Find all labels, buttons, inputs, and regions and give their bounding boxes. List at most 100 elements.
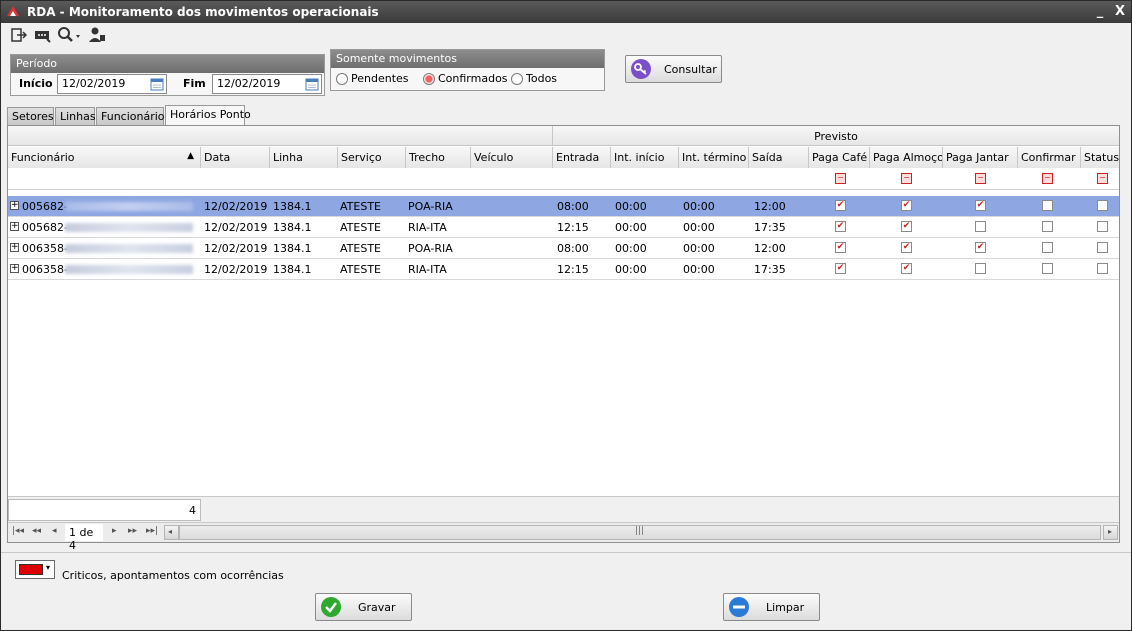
expand-icon[interactable]: + (10, 264, 19, 273)
cell-trecho: RIA-ITA (408, 263, 447, 276)
checkbox-paga-almoco[interactable]: ✔ (901, 221, 912, 232)
horizontal-scrollbar-thumb[interactable]: ||| (179, 525, 1101, 540)
expand-icon[interactable]: + (10, 243, 19, 252)
first-page-icon[interactable]: |◂◂ (12, 526, 24, 536)
redacted-name (65, 265, 193, 274)
search-dropdown-icon[interactable] (57, 26, 83, 44)
cell-int-termino: 00:00 (683, 263, 715, 276)
col-trecho[interactable]: Trecho (406, 147, 471, 168)
tab-horarios-ponto[interactable]: Horários Ponto (165, 105, 251, 126)
col-confirmar[interactable]: Confirmar (1018, 147, 1081, 168)
scroll-left-button[interactable]: ◂ (164, 525, 179, 540)
col-saida[interactable]: Saída (749, 147, 809, 168)
filter-icon[interactable]: − (975, 173, 986, 184)
checkbox-paga-almoco[interactable]: ✔ (901, 242, 912, 253)
table-row[interactable]: +006358- 12/02/2019 1384.1 ATESTE POA-RIA 08:… (8, 238, 1119, 259)
checkbox-confirmar[interactable] (1042, 221, 1053, 232)
radio-pendentes[interactable]: Pendentes (336, 72, 409, 85)
expand-icon[interactable]: + (10, 222, 19, 231)
checkbox-status[interactable] (1097, 221, 1108, 232)
fim-date-field[interactable]: 12/02/2019 (212, 74, 322, 94)
col-status[interactable]: Status (1081, 147, 1119, 168)
col-paga-almoco[interactable]: Paga Almoço (870, 147, 943, 168)
checkbox-confirmar[interactable] (1042, 263, 1053, 274)
col-paga-cafe[interactable]: Paga Café (809, 147, 870, 168)
checkbox-paga-jantar[interactable] (975, 221, 986, 232)
prev-page-icon[interactable]: ◂ (52, 526, 57, 536)
inicio-date-field[interactable]: 12/02/2019 (57, 74, 167, 94)
filter-icon[interactable]: − (901, 173, 912, 184)
tab-linhas[interactable]: Linhas (55, 107, 96, 125)
chevron-down-icon[interactable]: ▾ (46, 563, 50, 572)
tab-funcionarios[interactable]: Funcionários (96, 107, 170, 125)
col-entrada[interactable]: Entrada (553, 147, 611, 168)
cell-int-termino: 00:00 (683, 221, 715, 234)
checkbox-paga-jantar[interactable]: ✔ (975, 200, 986, 211)
user-icon[interactable] (88, 26, 106, 44)
expand-icon[interactable]: + (10, 201, 19, 210)
legend-text: Criticos, apontamentos com ocorrências (62, 569, 284, 582)
exit-icon[interactable] (11, 26, 27, 44)
col-funcionario[interactable]: Funcionário ▲ (8, 147, 201, 168)
radio-confirmados[interactable]: Confirmados (423, 72, 508, 85)
checkbox-status[interactable] (1097, 200, 1108, 211)
col-veiculo[interactable]: Veículo (471, 147, 553, 168)
cell-entrada: 08:00 (557, 200, 589, 213)
checkbox-paga-cafe[interactable]: ✔ (835, 242, 846, 253)
cell-linha: 1384.1 (273, 221, 312, 234)
message-icon[interactable] (34, 26, 52, 44)
checkbox-paga-almoco[interactable]: ✔ (901, 200, 912, 211)
filter-row: − − − − − (8, 168, 1119, 190)
cell-entrada: 12:15 (557, 221, 589, 234)
checkbox-paga-jantar[interactable] (975, 263, 986, 274)
filter-icon[interactable]: − (835, 173, 846, 184)
checkbox-status[interactable] (1097, 263, 1108, 274)
limpar-button[interactable]: Limpar (723, 593, 820, 621)
close-button[interactable]: X (1111, 3, 1129, 21)
cell-int-inicio: 00:00 (615, 200, 647, 213)
band-empty (8, 126, 553, 145)
radio-circle[interactable] (336, 72, 348, 85)
checkbox-paga-cafe[interactable]: ✔ (835, 200, 846, 211)
table-row[interactable]: +005682- 12/02/2019 1384.1 ATESTE POA-RIA 08:… (8, 196, 1119, 217)
calendar-icon[interactable] (150, 77, 164, 91)
table-row[interactable]: +006358- 12/02/2019 1384.1 ATESTE RIA-ITA 12:… (8, 259, 1119, 280)
radio-todos[interactable]: Todos (511, 72, 557, 85)
col-int-termino[interactable]: Int. término (679, 147, 749, 168)
scroll-right-button[interactable]: ▸ (1103, 525, 1118, 540)
col-data[interactable]: Data (201, 147, 270, 168)
cell-data: 12/02/2019 (204, 263, 268, 276)
col-linha[interactable]: Linha (270, 147, 338, 168)
somente-movimentos-group: Somente movimentos Pendentes Confirmados… (330, 49, 605, 91)
col-paga-jantar[interactable]: Paga Jantar (943, 147, 1018, 168)
checkbox-paga-cafe[interactable]: ✔ (835, 221, 846, 232)
last-page-icon[interactable]: ▸▸| (146, 526, 158, 536)
col-int-inicio[interactable]: Int. início (611, 147, 679, 168)
gravar-label: Gravar (358, 600, 396, 614)
checkbox-paga-cafe[interactable]: ✔ (835, 263, 846, 274)
minimize-button[interactable]: _ (1091, 3, 1109, 21)
checkbox-status[interactable] (1097, 242, 1108, 253)
gravar-button[interactable]: Gravar (315, 593, 412, 621)
tab-setores[interactable]: Setores (7, 107, 54, 125)
radio-circle[interactable] (511, 72, 523, 85)
radio-circle-selected[interactable] (423, 72, 435, 85)
checkbox-confirmar[interactable] (1042, 200, 1053, 211)
minus-icon (729, 597, 749, 617)
checkbox-paga-almoco[interactable]: ✔ (901, 263, 912, 274)
key-icon (631, 59, 651, 79)
next-page-group-icon[interactable]: ▸▸ (128, 526, 137, 536)
consultar-button[interactable]: Consultar (625, 55, 722, 83)
filter-icon[interactable]: − (1097, 173, 1108, 184)
checkbox-confirmar[interactable] (1042, 242, 1053, 253)
next-page-icon[interactable]: ▸ (112, 526, 117, 536)
color-picker[interactable]: ▾ (15, 560, 55, 579)
table-row[interactable]: +005682- 12/02/2019 1384.1 ATESTE RIA-ITA 12:… (8, 217, 1119, 238)
col-servico[interactable]: Serviço (338, 147, 406, 168)
cell-entrada: 08:00 (557, 242, 589, 255)
band-header-row: Previsto (8, 126, 1119, 146)
prev-page-group-icon[interactable]: ◂◂ (32, 526, 41, 536)
calendar-icon[interactable] (305, 77, 319, 91)
filter-icon[interactable]: − (1042, 173, 1053, 184)
checkbox-paga-jantar[interactable]: ✔ (975, 242, 986, 253)
